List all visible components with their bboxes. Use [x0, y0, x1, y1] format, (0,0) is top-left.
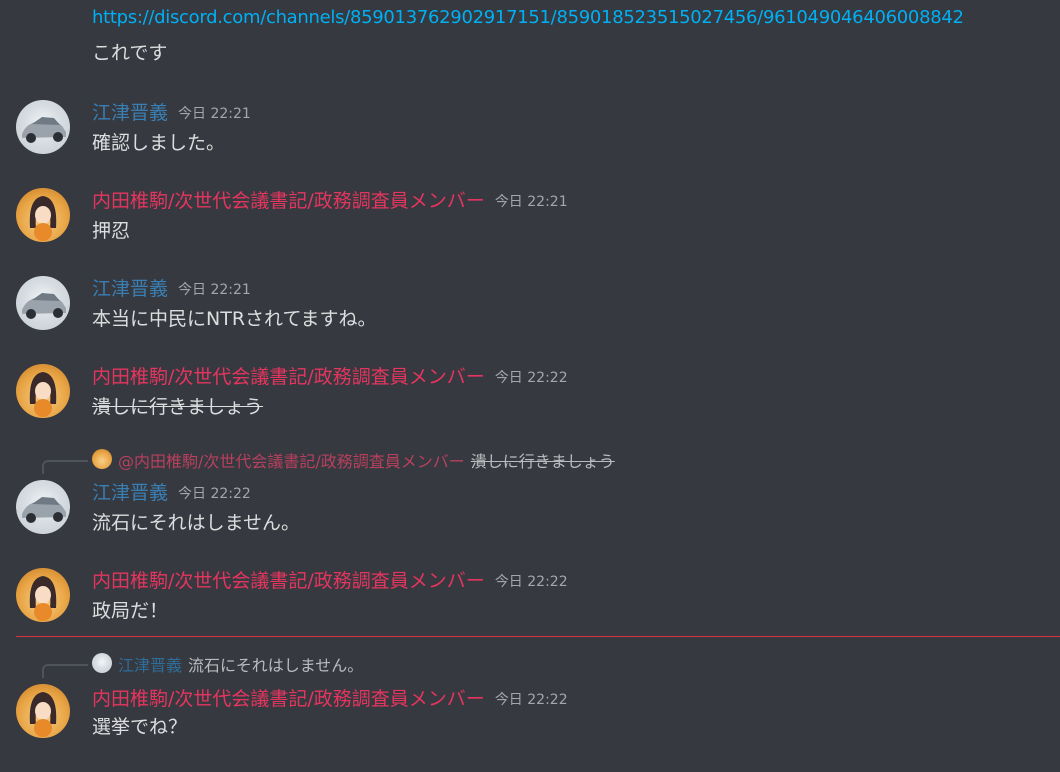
message-text: 政局だ！	[92, 600, 169, 622]
username[interactable]: 江津晋義	[92, 102, 168, 124]
car-avatar[interactable]	[16, 100, 70, 154]
timestamp: 今日 22:22	[178, 486, 251, 502]
timestamp: 今日 22:21	[178, 282, 251, 298]
car-avatar[interactable]	[16, 480, 70, 534]
timestamp: 今日 22:21	[178, 106, 251, 122]
reply-text: 潰しに行きましょう	[470, 452, 615, 471]
message-text: 本当に中民にNTRされてますね。	[92, 308, 377, 330]
anime-girl-avatar[interactable]	[16, 568, 70, 622]
new-messages-divider	[16, 636, 1060, 637]
anime-girl-avatar	[92, 449, 112, 469]
reply-preview[interactable]: @内田椎駒/次世代会議書記/政務調査員メンバー 潰しに行きましょう	[0, 448, 1060, 474]
message-text: 確認しました。	[92, 132, 226, 154]
username[interactable]: 江津晋義	[92, 278, 168, 300]
username[interactable]: 内田椎駒/次世代会議書記/政務調査員メンバー	[92, 366, 485, 388]
message-link[interactable]: https://discord.com/channels/85901376290…	[92, 7, 964, 28]
timestamp: 今日 22:21	[494, 194, 568, 210]
car-avatar[interactable]	[16, 276, 70, 330]
message-text: これです	[92, 42, 168, 64]
username[interactable]: 内田椎駒/次世代会議書記/政務調査員メンバー	[92, 688, 485, 710]
anime-girl-avatar[interactable]	[16, 188, 70, 242]
timestamp: 今日 22:22	[494, 370, 568, 386]
reply-spine	[42, 460, 88, 474]
timestamp: 今日 22:22	[494, 574, 568, 590]
reply-username[interactable]: 江津晋義	[118, 656, 182, 675]
username[interactable]: 内田椎駒/次世代会議書記/政務調査員メンバー	[92, 190, 485, 212]
reply-username[interactable]: @内田椎駒/次世代会議書記/政務調査員メンバー	[118, 452, 465, 471]
message-text: 流石にそれはしません。	[92, 512, 301, 534]
message-text: 押忍	[92, 220, 131, 242]
timestamp: 今日 22:22	[494, 692, 568, 708]
username[interactable]: 内田椎駒/次世代会議書記/政務調査員メンバー	[92, 570, 485, 592]
reply-spine	[42, 664, 88, 678]
message-text: 潰しに行きましょう	[92, 396, 264, 418]
anime-girl-avatar[interactable]	[16, 684, 70, 738]
username[interactable]: 江津晋義	[92, 482, 168, 504]
anime-girl-avatar[interactable]	[16, 364, 70, 418]
reply-text: 流石にそれはしません。	[188, 656, 364, 675]
car-avatar	[92, 653, 112, 673]
message-text: 選挙でね？	[92, 716, 188, 738]
reply-preview[interactable]: 江津晋義 流石にそれはしません。	[0, 652, 1060, 678]
